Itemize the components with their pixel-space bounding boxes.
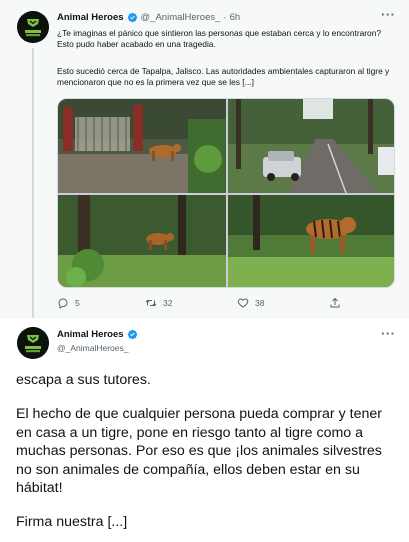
tweet-text-line1: ¿Te imaginas el pánico que sintieron las…: [57, 28, 382, 49]
tweet-paragraph-3: Firma nuestra [...]: [16, 514, 128, 530]
retweet-button[interactable]: 32: [145, 297, 172, 309]
timestamp[interactable]: 6h: [230, 12, 241, 23]
media-grid[interactable]: [57, 98, 395, 288]
verified-badge-icon: [127, 12, 137, 23]
animal-heroes-logo-icon: [17, 327, 49, 359]
separator-dot: ·: [223, 12, 227, 23]
tweet-header: Animal Heroes: [57, 329, 141, 340]
reply-count: 5: [75, 298, 80, 308]
display-name[interactable]: Animal Heroes: [57, 329, 124, 340]
reply-button[interactable]: 5: [57, 297, 80, 309]
tiger-gate-photo[interactable]: [58, 99, 226, 193]
heart-icon: [237, 298, 249, 308]
share-icon: [330, 297, 340, 308]
verified-badge-icon: [127, 329, 137, 340]
thread-tweet[interactable]: Animal Heroes @_AnimalHeroes_ · 6h ··· ¿…: [0, 0, 409, 318]
share-button[interactable]: [329, 297, 347, 309]
retweet-count: 32: [163, 298, 173, 308]
tweet-header: Animal Heroes @_AnimalHeroes_ · 6h: [57, 12, 240, 23]
more-horizontal-icon[interactable]: ···: [381, 326, 396, 341]
reply-icon: [58, 298, 68, 309]
main-tweet[interactable]: Animal Heroes @_AnimalHeroes_ ··· escapa…: [0, 319, 409, 542]
tiger-forest-photo[interactable]: [58, 195, 226, 287]
thread-connector-line: [32, 48, 34, 318]
like-button[interactable]: 38: [237, 297, 264, 309]
retweet-icon: [145, 299, 157, 307]
handle[interactable]: @_AnimalHeroes_: [141, 12, 221, 23]
tweet-paragraph-1: escapa a sus tutores.: [16, 372, 151, 388]
display-name[interactable]: Animal Heroes: [57, 12, 124, 23]
like-count: 38: [255, 298, 265, 308]
tweet-actions: 5 32 38: [57, 297, 377, 311]
tiger-walking-photo[interactable]: [228, 195, 394, 287]
avatar[interactable]: [17, 11, 49, 43]
handle[interactable]: @_AnimalHeroes_: [57, 343, 128, 353]
animal-heroes-logo-icon: [17, 11, 49, 43]
road-truck-photo[interactable]: [228, 99, 394, 193]
tweet-paragraph-2: El hecho de que cualquier persona pueda …: [16, 406, 382, 496]
avatar[interactable]: [17, 327, 49, 359]
more-horizontal-icon[interactable]: ···: [381, 7, 396, 22]
tweet-text-line2: Esto sucedió cerca de Tapalpa, Jalisco. …: [57, 66, 390, 87]
